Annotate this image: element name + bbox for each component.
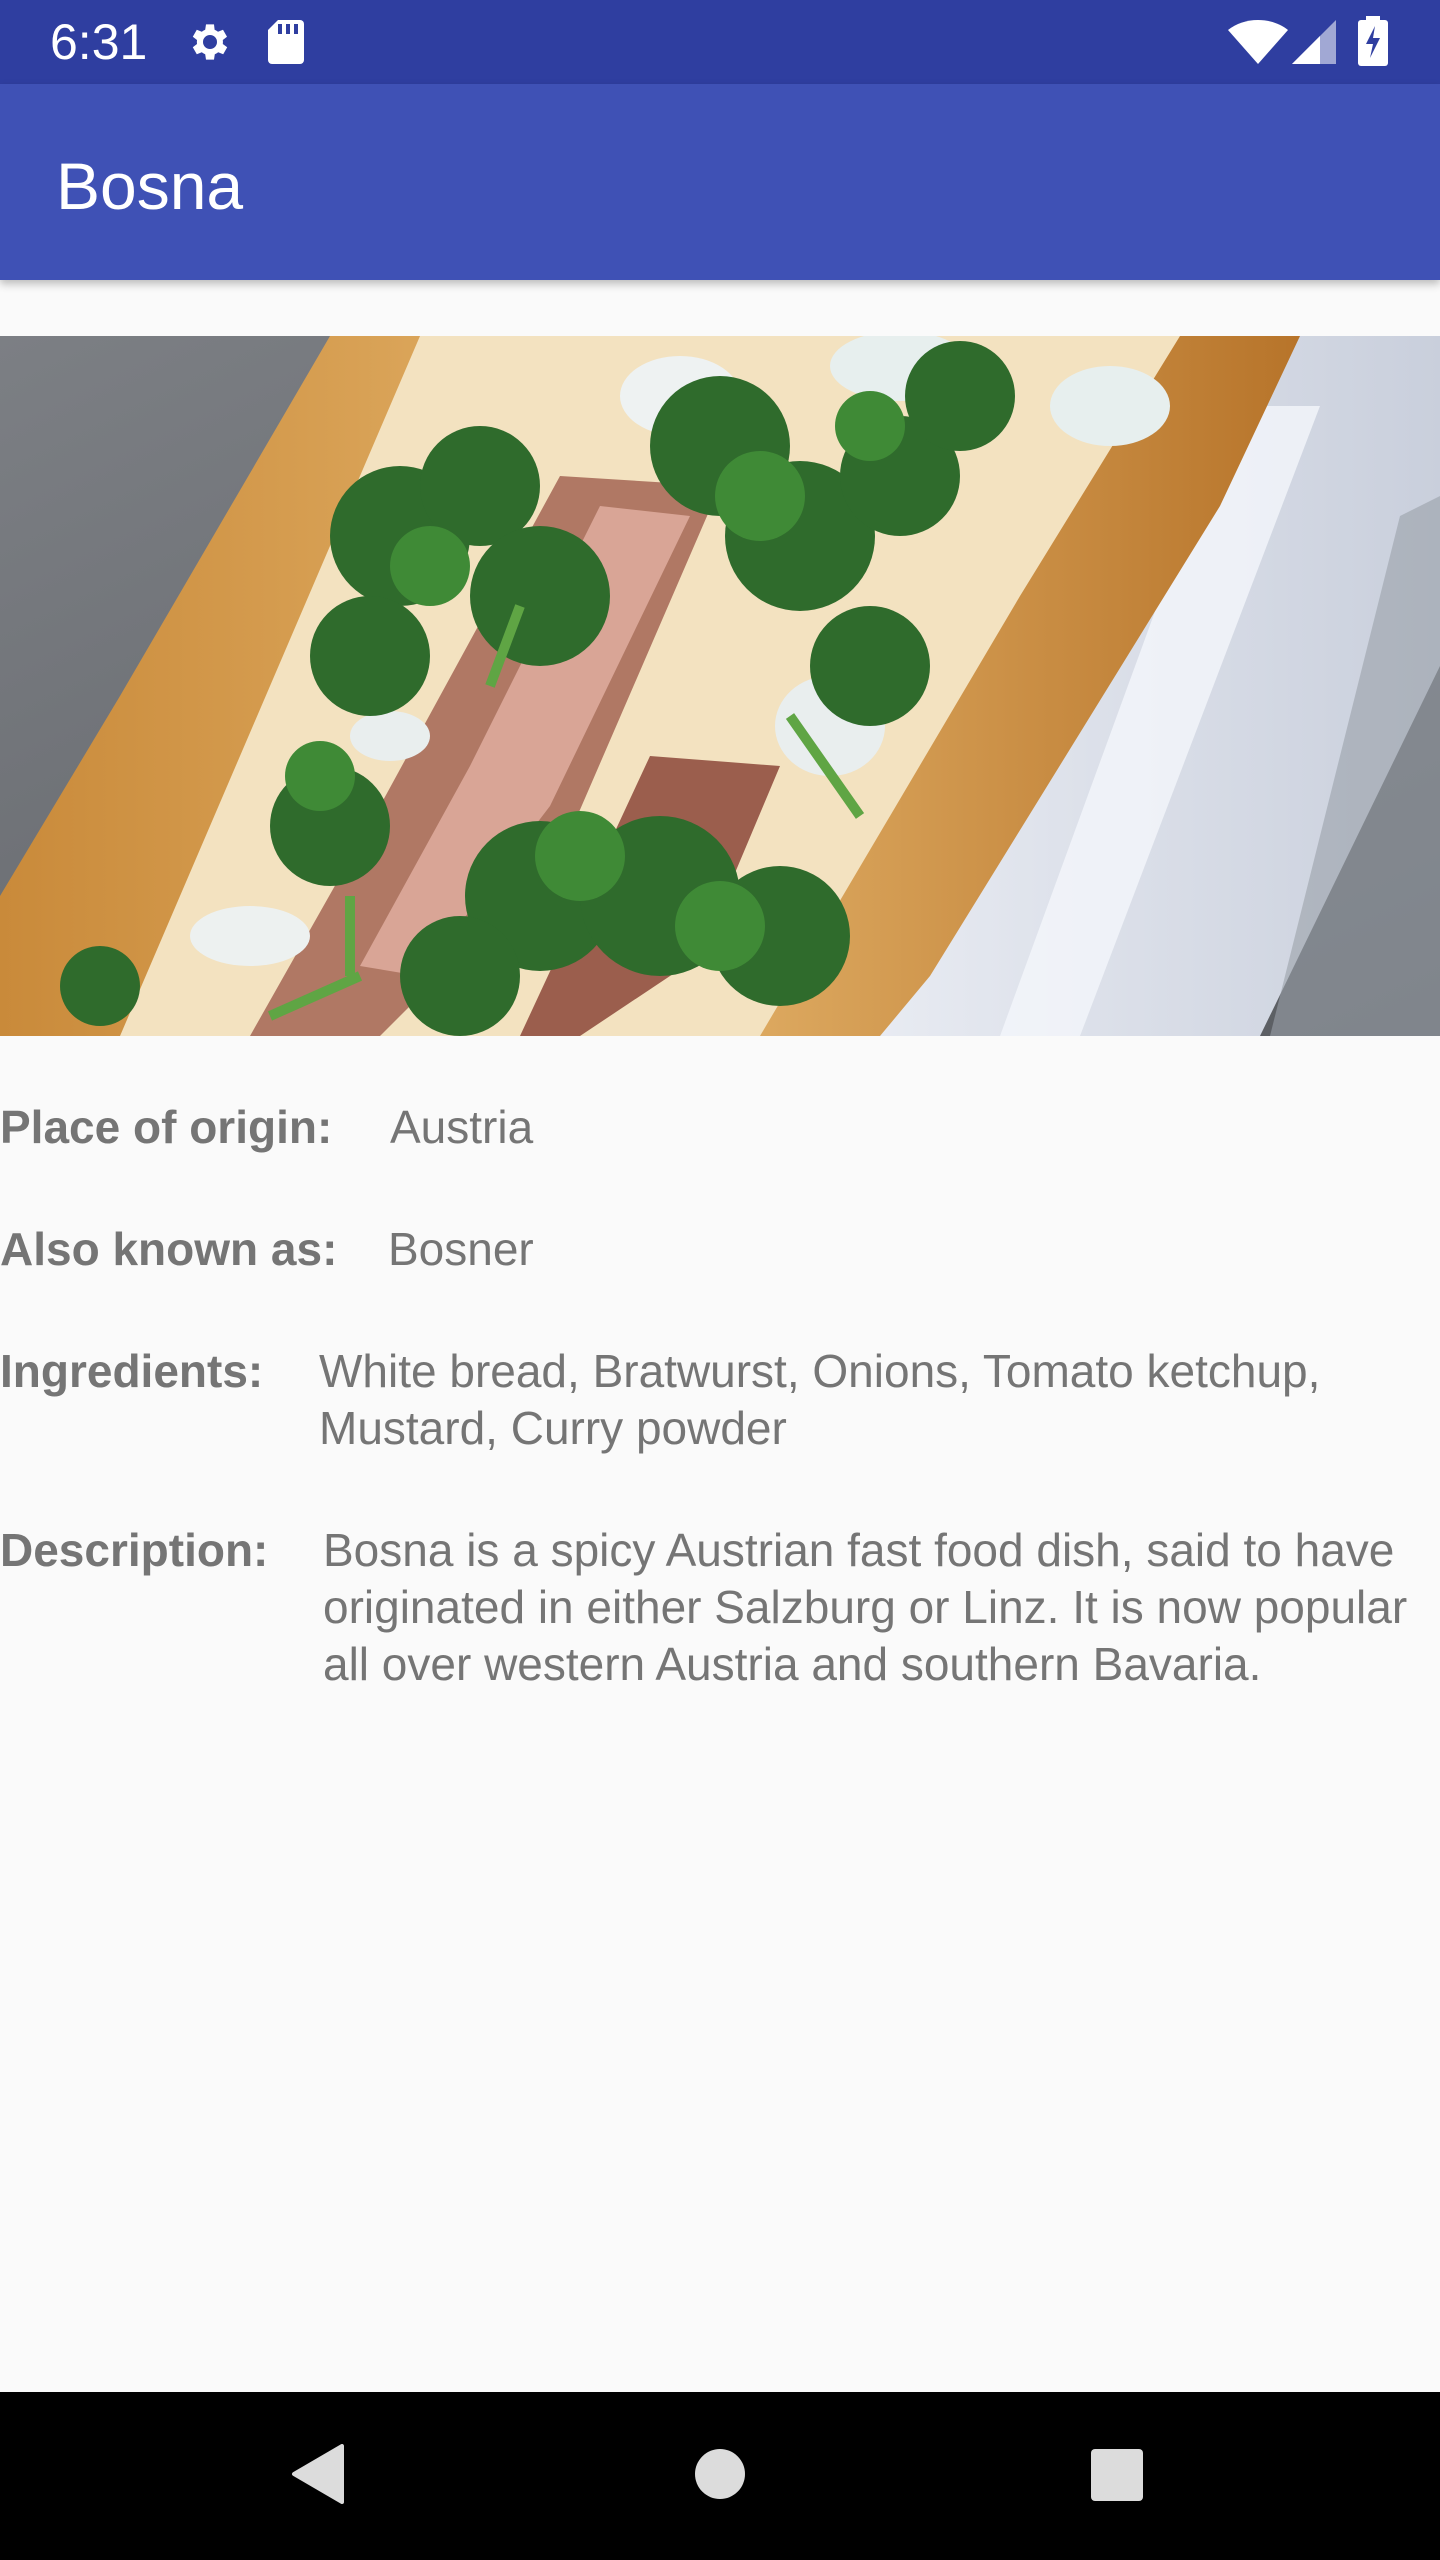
home-icon[interactable] — [694, 2448, 746, 2500]
aka-label: Also known as: — [0, 1223, 338, 1275]
gear-icon — [192, 24, 228, 60]
app-bar: Bosna — [0, 84, 1440, 280]
page-title: Bosna — [56, 149, 244, 223]
status-time: 6:31 — [50, 14, 148, 70]
bosna-photo — [0, 336, 1440, 1036]
signal-icon — [1292, 20, 1336, 64]
battery-charging-icon — [1358, 16, 1388, 66]
aka-value: Bosner — [388, 1223, 534, 1275]
description-label: Description: — [0, 1524, 269, 1576]
origin-value: Austria — [390, 1101, 534, 1153]
ingredients-value: White bread, Bratwurst, Onions, Tomato k… — [319, 1345, 1321, 1454]
bosna-photo-illustration — [0, 336, 1440, 1036]
recents-icon[interactable] — [1090, 2448, 1144, 2502]
navigation-bar — [0, 2392, 1440, 2560]
origin-label: Place of origin: — [0, 1101, 333, 1153]
status-bar: 6:31 — [0, 0, 1440, 84]
sd-card-icon — [268, 20, 304, 64]
wifi-icon — [1228, 20, 1288, 64]
description-value: Bosna is a spicy Austrian fast food dish… — [323, 1524, 1408, 1690]
ingredients-label: Ingredients: — [0, 1345, 264, 1397]
back-icon[interactable] — [290, 2444, 344, 2504]
